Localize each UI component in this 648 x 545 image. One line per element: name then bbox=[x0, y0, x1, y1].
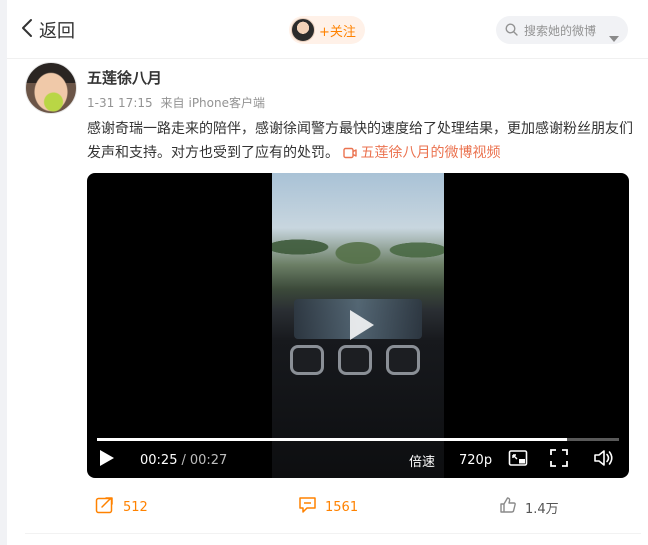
search-placeholder: 搜索她的微博 bbox=[524, 23, 597, 38]
follow-button[interactable]: +关注 bbox=[289, 16, 365, 44]
video-player[interactable]: 00:25 / 00:27 倍速 720p bbox=[87, 173, 629, 478]
divider bbox=[7, 58, 648, 59]
time-display: 00:25 / 00:27 bbox=[140, 447, 227, 473]
post-date[interactable]: 1-31 17:15 bbox=[87, 96, 153, 110]
repost-count: 512 bbox=[123, 499, 148, 515]
speed-button[interactable]: 倍速 bbox=[409, 447, 435, 473]
like-icon bbox=[499, 496, 517, 518]
video-link-icon bbox=[343, 145, 360, 161]
repost-button[interactable]: 512 bbox=[95, 494, 148, 520]
divider bbox=[25, 533, 641, 534]
search-input[interactable]: 搜索她的微博 bbox=[496, 16, 628, 44]
comment-count: 1561 bbox=[325, 499, 359, 515]
quality-label: 720p bbox=[459, 452, 493, 468]
video-scene-trees bbox=[272, 211, 444, 271]
video-scene-vents bbox=[286, 345, 436, 395]
follow-avatar bbox=[291, 18, 315, 42]
vent bbox=[386, 345, 420, 375]
comment-icon bbox=[298, 496, 317, 518]
video-controls: 00:25 / 00:27 倍速 720p bbox=[87, 447, 629, 473]
like-button[interactable]: 1.4万 bbox=[499, 494, 559, 520]
video-link-label: 五莲徐八月的微博视频 bbox=[360, 145, 501, 161]
action-bar: 512 1561 1.4万 bbox=[7, 494, 648, 520]
weibo-post-page: 返回 +关注 搜索她的微博 五莲徐八月 1-31 17:15 来自 iPhone客… bbox=[7, 0, 648, 545]
progress-bar[interactable] bbox=[97, 438, 619, 441]
back-button[interactable]: 返回 bbox=[21, 16, 75, 44]
top-bar: 返回 +关注 搜索她的微博 bbox=[7, 0, 648, 58]
avatar[interactable] bbox=[25, 62, 77, 114]
play-overlay-icon[interactable] bbox=[340, 305, 380, 345]
pip-button[interactable] bbox=[508, 447, 528, 473]
play-icon bbox=[99, 449, 115, 471]
post-text: 感谢奇瑞一路走来的陪伴，感谢徐闻警方最快的速度给了处理结果，更加感谢粉丝朋友们发… bbox=[87, 117, 635, 165]
source-prefix: 来自 bbox=[160, 96, 185, 110]
play-button[interactable] bbox=[99, 447, 115, 473]
quality-button[interactable]: 720p bbox=[459, 447, 492, 473]
post-source: iPhone客户端 bbox=[188, 96, 265, 110]
username[interactable]: 五莲徐八月 bbox=[87, 67, 162, 88]
pip-icon bbox=[508, 449, 528, 471]
like-count: 1.4万 bbox=[525, 501, 559, 517]
fullscreen-button[interactable] bbox=[550, 447, 568, 473]
repost-icon bbox=[95, 496, 115, 518]
vent bbox=[338, 345, 372, 375]
comment-button[interactable]: 1561 bbox=[298, 494, 358, 520]
back-label: 返回 bbox=[39, 21, 75, 42]
vent bbox=[290, 345, 324, 375]
search-icon bbox=[505, 21, 518, 40]
volume-icon bbox=[593, 449, 615, 471]
speed-label: 倍速 bbox=[409, 454, 436, 470]
fullscreen-icon bbox=[550, 449, 568, 471]
progress-fill bbox=[97, 438, 567, 441]
current-time: 00:25 bbox=[140, 452, 178, 468]
follow-label: +关注 bbox=[319, 24, 356, 40]
time-separator: / bbox=[181, 452, 186, 468]
chevron-left-icon bbox=[21, 18, 33, 42]
duration: 00:27 bbox=[189, 452, 228, 468]
caret-down-icon[interactable] bbox=[609, 27, 619, 46]
volume-button[interactable] bbox=[593, 447, 615, 473]
video-link[interactable]: 五莲徐八月的微博视频 bbox=[343, 145, 500, 161]
post-meta: 1-31 17:15 来自 iPhone客户端 bbox=[87, 94, 269, 111]
